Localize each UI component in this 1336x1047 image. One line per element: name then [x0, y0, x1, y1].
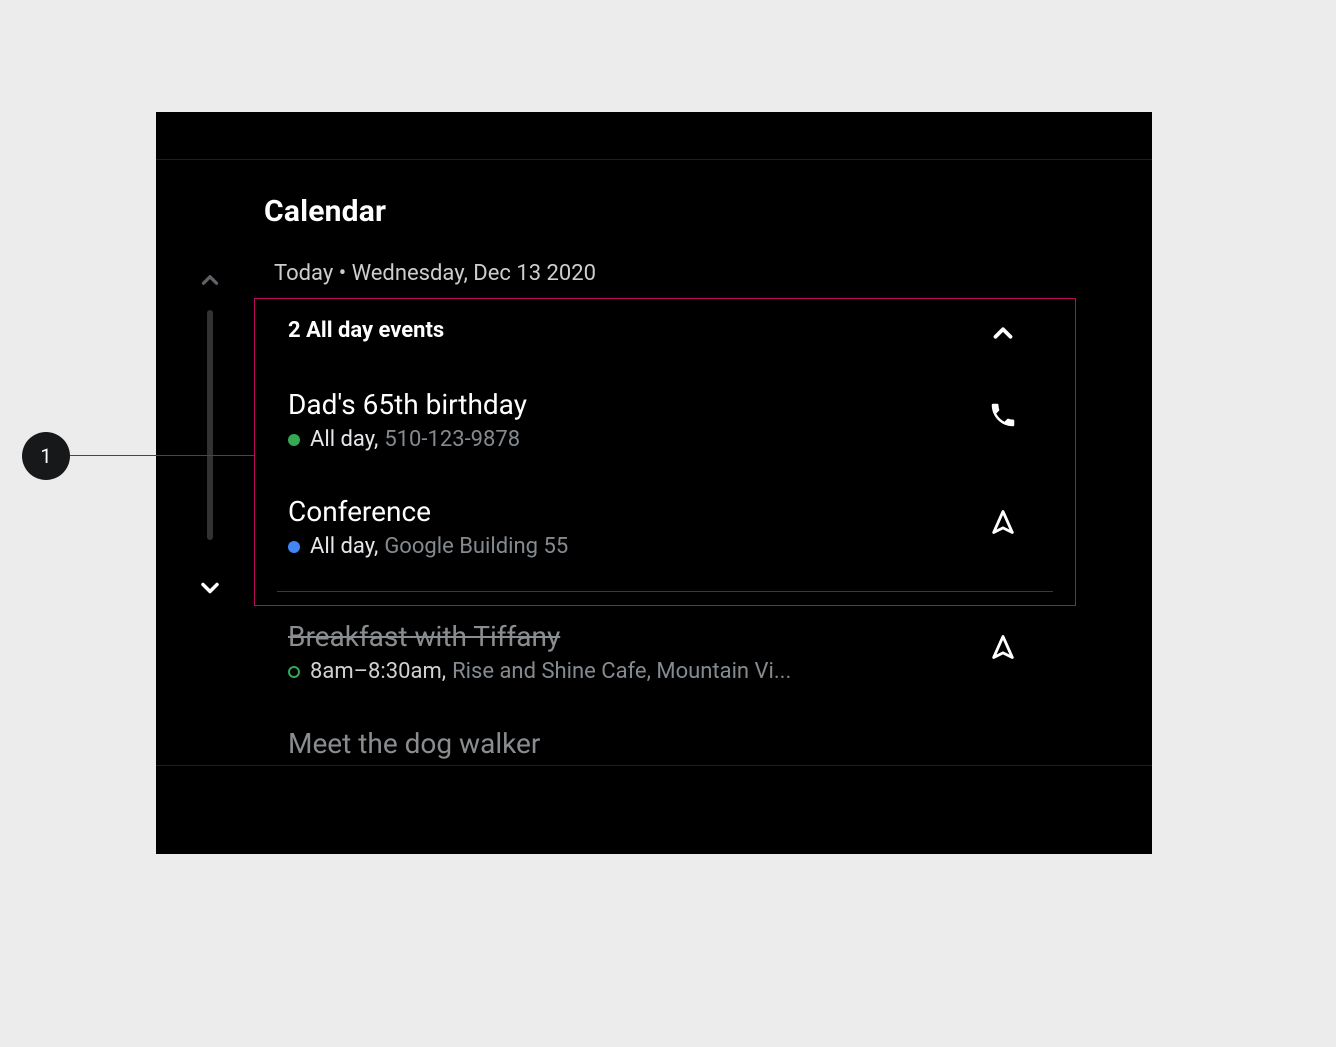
chevron-up-icon	[197, 267, 223, 293]
scroll-down-button[interactable]	[190, 568, 230, 608]
event-detail: Google Building 55	[384, 534, 568, 559]
calendar-color-dot	[288, 666, 300, 678]
chevron-down-icon	[196, 574, 224, 602]
page-title: Calendar	[264, 194, 386, 229]
call-button[interactable]	[986, 398, 1020, 432]
annotation-leader-line	[70, 455, 254, 456]
event-subtitle: All day, 510-123-9878	[288, 427, 1040, 452]
event-row-conference[interactable]: Conference All day, Google Building 55	[288, 495, 1040, 559]
event-time: 8am–8:30am,	[310, 659, 446, 684]
calendar-app-frame: Calendar Today • Wednesday, Dec 13 2020 …	[156, 112, 1152, 854]
scroll-up-button[interactable]	[190, 260, 230, 300]
allday-header-label: 2 All day events	[288, 318, 1040, 343]
event-time: All day,	[310, 534, 378, 559]
allday-header[interactable]: 2 All day events	[288, 318, 1040, 343]
event-time: All day,	[310, 427, 378, 452]
event-row-dad-birthday[interactable]: Dad's 65th birthday All day, 510-123-987…	[288, 388, 1040, 452]
event-title: Conference	[288, 495, 1040, 528]
date-subheader: Today • Wednesday, Dec 13 2020	[274, 261, 596, 286]
navbar-divider	[156, 765, 1152, 766]
event-title: Meet the dog walker	[288, 727, 1040, 760]
event-row-dog-walker[interactable]: Meet the dog walker	[288, 727, 1040, 760]
event-subtitle: All day, Google Building 55	[288, 534, 1040, 559]
event-title: Breakfast with Tiffany	[288, 620, 1040, 653]
event-row-breakfast[interactable]: Breakfast with Tiffany 8am–8:30am, Rise …	[288, 620, 1040, 684]
annotation-number: 1	[40, 444, 51, 468]
collapse-allday-button[interactable]	[986, 316, 1020, 350]
event-title: Dad's 65th birthday	[288, 388, 1040, 421]
navigation-arrow-icon	[989, 633, 1017, 661]
event-detail: 510-123-9878	[384, 427, 520, 452]
section-divider	[277, 591, 1053, 592]
event-detail: Rise and Shine Cafe, Mountain Vi...	[452, 659, 791, 684]
navigation-arrow-icon	[989, 508, 1017, 536]
navigate-button[interactable]	[986, 630, 1020, 664]
calendar-content: Calendar Today • Wednesday, Dec 13 2020 …	[156, 160, 1152, 765]
calendar-color-dot	[288, 434, 300, 446]
calendar-color-dot	[288, 541, 300, 553]
phone-icon	[988, 400, 1018, 430]
annotation-badge-1: 1	[22, 432, 70, 480]
navigate-button[interactable]	[986, 505, 1020, 539]
annotation-highlight-box	[254, 298, 1076, 606]
scrollbar-track[interactable]	[207, 310, 213, 540]
event-subtitle: 8am–8:30am, Rise and Shine Cafe, Mountai…	[288, 659, 1040, 684]
chevron-up-icon	[988, 318, 1018, 348]
